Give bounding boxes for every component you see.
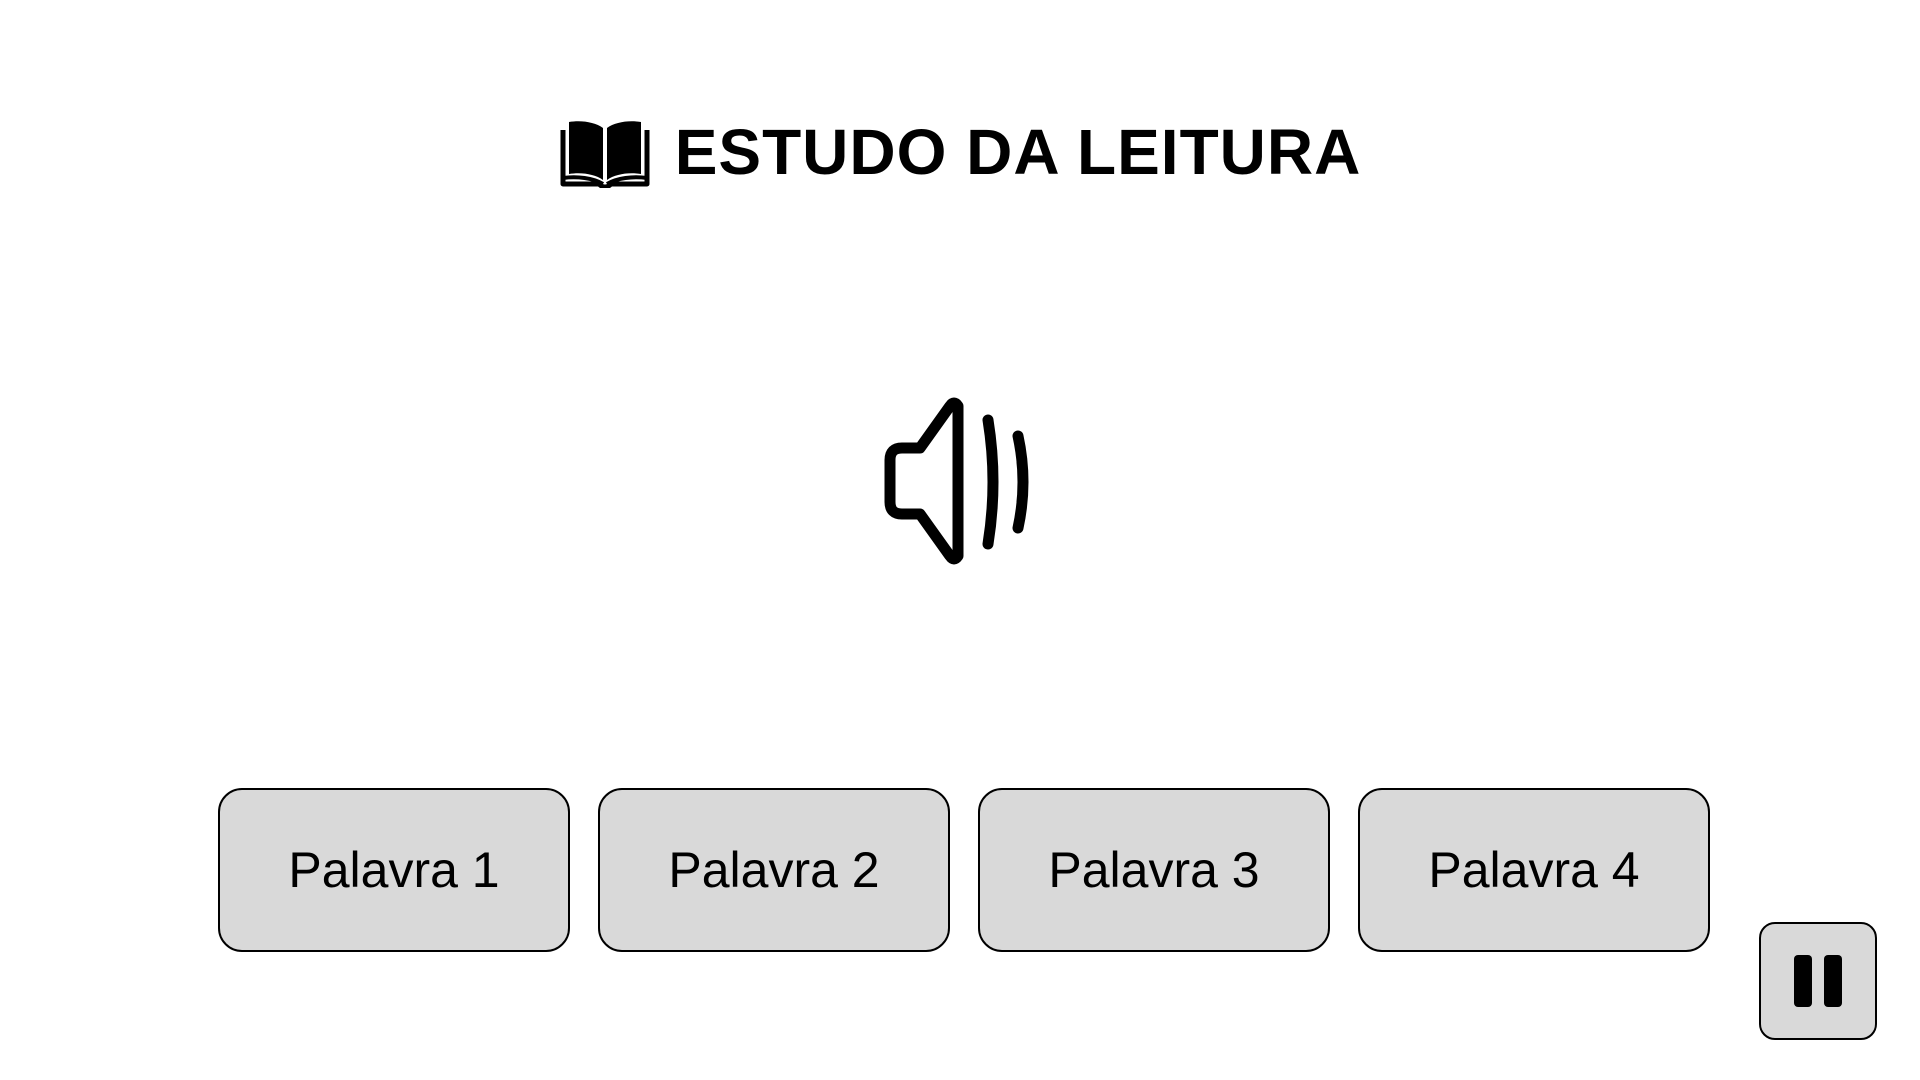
word-option-1[interactable]: Palavra 1 (218, 788, 570, 952)
word-option-label: Palavra 2 (668, 842, 880, 898)
word-option-label: Palavra 1 (288, 842, 500, 898)
page-title: ESTUDO DA LEITURA (674, 116, 1362, 188)
word-option-3[interactable]: Palavra 3 (978, 788, 1330, 952)
word-option-4[interactable]: Palavra 4 (1358, 788, 1710, 952)
header: ESTUDO DA LEITURA (0, 112, 1920, 192)
word-option-label: Palavra 3 (1048, 842, 1260, 898)
play-audio-button[interactable] (866, 392, 1046, 572)
pause-icon (1794, 955, 1842, 1007)
word-option-2[interactable]: Palavra 2 (598, 788, 950, 952)
open-book-icon (560, 121, 650, 188)
reading-study-screen: ESTUDO DA LEITURA Palavra 1 Palavra 2 Pa… (0, 0, 1920, 1080)
word-option-label: Palavra 4 (1428, 842, 1640, 898)
pause-button[interactable] (1759, 922, 1877, 1040)
word-options: Palavra 1 Palavra 2 Palavra 3 Palavra 4 (218, 788, 1710, 952)
speaker-sound-icon (884, 397, 1029, 565)
